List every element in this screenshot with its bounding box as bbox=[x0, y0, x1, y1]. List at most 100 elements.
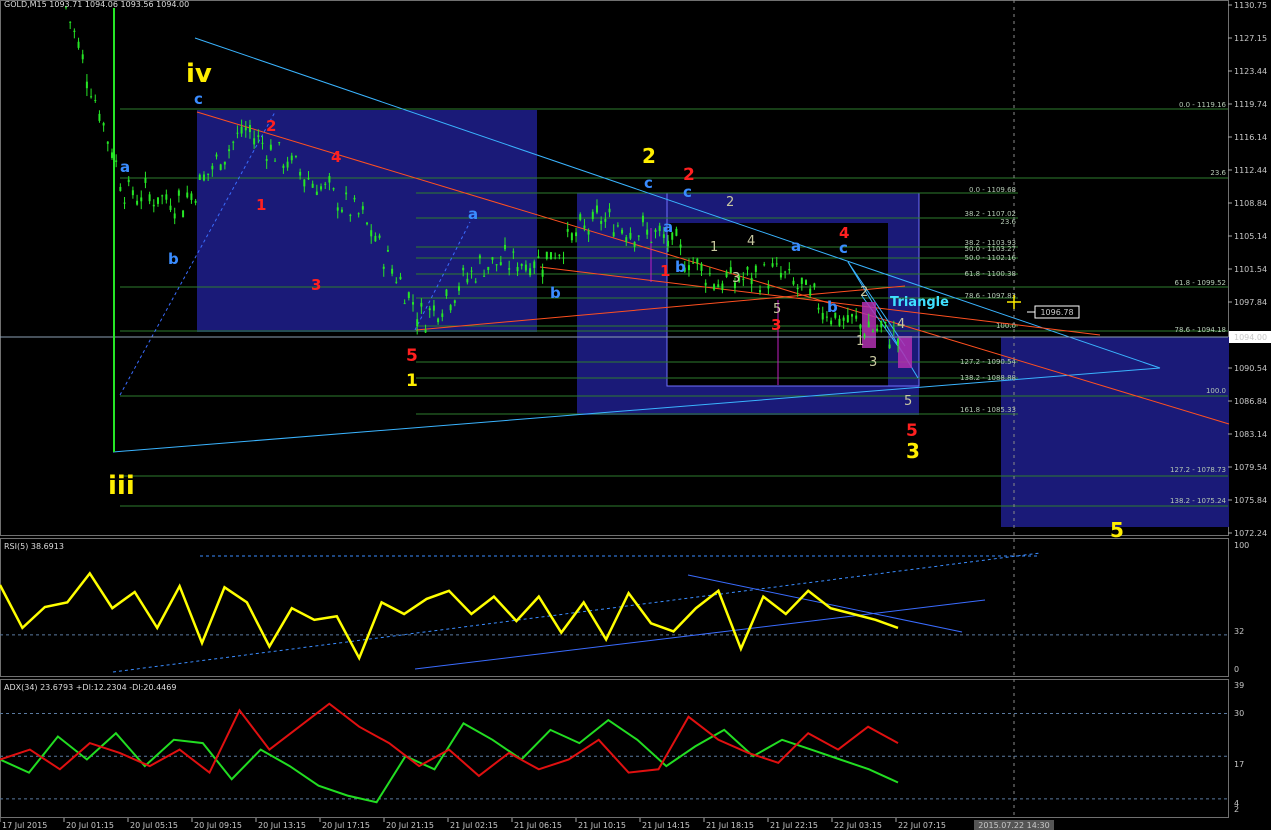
candle-body bbox=[332, 188, 335, 190]
candle-body bbox=[416, 319, 419, 327]
candle-body bbox=[646, 229, 649, 235]
candle-body bbox=[838, 318, 841, 326]
wave-label: a bbox=[663, 218, 673, 236]
candle-body bbox=[692, 262, 695, 264]
chart-canvas[interactable]: 0.0 - 1119.16 23.6 61.8 - 1099.52 78.6 -… bbox=[0, 0, 1271, 830]
candle-body bbox=[667, 240, 670, 247]
time-tick: 21 Jul 02:15 bbox=[450, 821, 498, 830]
candle-body bbox=[115, 160, 118, 162]
wave-label: 3 bbox=[732, 271, 740, 286]
candle-body bbox=[403, 303, 406, 305]
candle-body bbox=[140, 197, 143, 202]
wave-label: 4 bbox=[331, 148, 341, 166]
candle-body bbox=[445, 289, 448, 297]
candle-body bbox=[315, 191, 318, 195]
candle-body bbox=[524, 264, 527, 271]
candle-body bbox=[378, 235, 381, 238]
adx-tick: 17 bbox=[1234, 760, 1244, 769]
candle-body bbox=[307, 178, 310, 180]
candle-body bbox=[529, 268, 532, 276]
candle-body bbox=[855, 315, 858, 319]
plus-di-line bbox=[0, 718, 899, 804]
candle-body bbox=[85, 81, 88, 89]
rsi-tick: 32 bbox=[1234, 627, 1244, 636]
candle-body bbox=[612, 232, 615, 237]
candle-body bbox=[299, 171, 302, 176]
candle-body bbox=[813, 283, 816, 288]
candle-body bbox=[871, 330, 874, 332]
candle-body bbox=[207, 173, 210, 175]
wave-label: 3 bbox=[869, 355, 877, 370]
candle-body bbox=[562, 257, 565, 259]
candle-body bbox=[257, 135, 260, 137]
candle-body bbox=[487, 266, 490, 271]
zone-box bbox=[197, 110, 537, 332]
candle-body bbox=[90, 96, 93, 98]
candle-body bbox=[407, 292, 410, 298]
candle-body bbox=[830, 320, 833, 325]
time-tick: 17 Jul 2015 bbox=[2, 821, 47, 830]
candle-body bbox=[687, 265, 690, 271]
wave-label: iii bbox=[108, 471, 135, 501]
wave-label: a bbox=[120, 158, 130, 176]
price-tick: 1108.84 bbox=[1234, 199, 1267, 208]
candle-body bbox=[119, 186, 122, 191]
price-tick: 1112.44 bbox=[1234, 166, 1267, 175]
candle-body bbox=[708, 273, 711, 275]
fib-label: 61.8 - 1099.52 bbox=[1174, 279, 1226, 287]
candle-body bbox=[228, 149, 231, 152]
candle-body bbox=[366, 222, 369, 225]
candle-body bbox=[746, 266, 749, 270]
candle-body bbox=[328, 176, 331, 183]
candle-body bbox=[156, 197, 159, 204]
price-tick: 1119.74 bbox=[1234, 100, 1267, 109]
candle-body bbox=[357, 213, 360, 215]
wave-label: a bbox=[468, 205, 478, 223]
candle-body bbox=[269, 144, 272, 150]
candle-body bbox=[311, 183, 314, 188]
candle-body bbox=[759, 290, 762, 293]
candle-body bbox=[867, 321, 870, 328]
candle-body bbox=[248, 125, 251, 133]
candle-body bbox=[897, 338, 899, 345]
candle-body bbox=[161, 195, 164, 197]
wave-label: 3 bbox=[311, 276, 321, 294]
candle-body bbox=[549, 252, 552, 260]
candle-body bbox=[223, 161, 226, 165]
candle-body bbox=[73, 30, 76, 32]
candle-body bbox=[232, 141, 235, 143]
adx-tick: 30 bbox=[1234, 709, 1244, 718]
candle-body bbox=[336, 207, 339, 211]
fib-label: 50.0 - 1103.27 bbox=[964, 245, 1016, 253]
candle-body bbox=[324, 183, 327, 185]
candle-body bbox=[94, 99, 97, 101]
price-tick: 1079.54 bbox=[1234, 463, 1267, 472]
candle-body bbox=[274, 160, 277, 162]
time-tick: 20 Jul 09:15 bbox=[194, 821, 242, 830]
candle-body bbox=[579, 214, 582, 220]
candle-body bbox=[136, 200, 139, 205]
candle-body bbox=[470, 270, 473, 272]
candle-body bbox=[859, 324, 862, 329]
price-tick: 1072.24 bbox=[1234, 529, 1267, 538]
candle-body bbox=[545, 251, 548, 259]
triangle-zone bbox=[898, 336, 912, 368]
wave-label: 1 bbox=[660, 262, 670, 280]
fib-label: 127.2 - 1090.54 bbox=[960, 358, 1017, 366]
candle-body bbox=[453, 300, 456, 303]
time-tick: 21 Jul 18:15 bbox=[706, 821, 754, 830]
candle-body bbox=[215, 154, 218, 157]
candle-body bbox=[888, 344, 891, 349]
candle-body bbox=[194, 200, 197, 203]
candle-body bbox=[211, 165, 214, 170]
candle-body bbox=[98, 113, 101, 121]
candle-body bbox=[541, 269, 544, 277]
candle-body bbox=[386, 249, 389, 252]
candle-body bbox=[637, 235, 640, 237]
candle-body bbox=[621, 229, 624, 234]
wave-label: c bbox=[194, 90, 203, 108]
candle-body bbox=[495, 264, 498, 266]
wave-label: 1 bbox=[856, 334, 864, 349]
candle-body bbox=[566, 228, 569, 232]
candle-body bbox=[253, 138, 256, 145]
